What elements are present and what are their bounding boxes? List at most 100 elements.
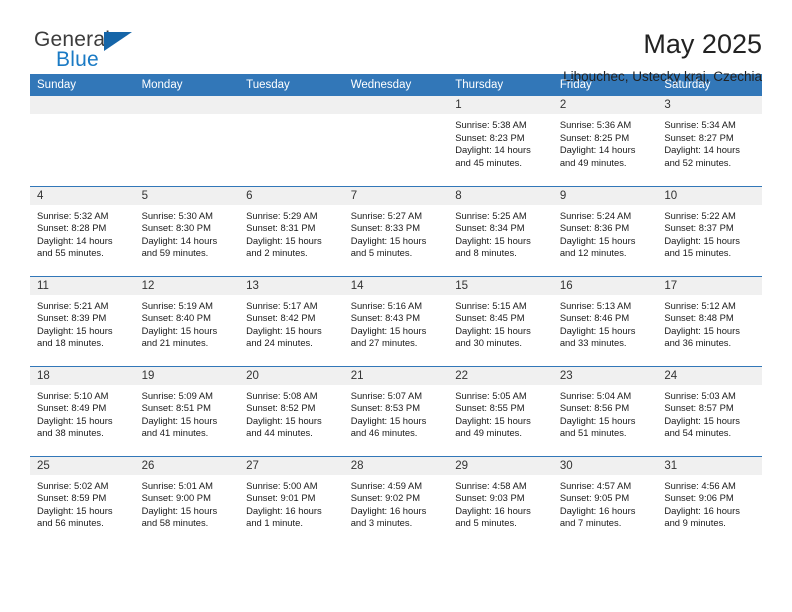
calendar-day-cell[interactable]: 15 Sunrise: 5:15 AM Sunset: 8:45 PM Dayligh…	[448, 275, 553, 366]
calendar-day-cell[interactable]: 23 Sunrise: 5:04 AM Sunset: 8:56 PM Dayligh…	[552, 365, 658, 456]
day-number: 6	[239, 186, 344, 205]
calendar-day-cell[interactable]: 16 Sunrise: 5:13 AM Sunset: 8:46 PM Dayligh…	[552, 275, 658, 366]
calendar-day-cell[interactable]: 17 Sunrise: 5:12 AM Sunset: 8:48 PM Dayligh…	[657, 275, 762, 366]
day-sun-info: Sunrise: 4:58 AM Sunset: 9:03 PM Daylight:…	[448, 475, 553, 530]
daylight-text-line2: and 15 minutes.	[664, 247, 732, 259]
sunrise-text: Sunrise: 5:25 AM	[455, 209, 527, 221]
day-sun-info: Sunrise: 5:04 AM Sunset: 8:56 PM Daylight:…	[553, 385, 658, 440]
calendar-page: General Blue May 2025 Libouchec, Ustecky…	[0, 0, 792, 612]
sunrise-text: Sunrise: 5:22 AM	[664, 209, 736, 221]
daylight-text-line1: Daylight: 14 hours	[37, 234, 113, 246]
daylight-text-line1: Daylight: 15 hours	[350, 324, 427, 336]
calendar-day-cell[interactable]: 27 Sunrise: 5:00 AM Sunset: 9:01 PM Dayligh…	[239, 455, 344, 546]
daylight-text-line1: Daylight: 16 hours	[350, 504, 427, 516]
sunrise-text: Sunrise: 5:32 AM	[37, 209, 109, 221]
daylight-text-line2: and 46 minutes.	[350, 427, 418, 439]
calendar-day-cell[interactable]: 5 Sunrise: 5:30 AM Sunset: 8:30 PM Daylight…	[134, 185, 240, 276]
sunset-text: Sunset: 8:51 PM	[141, 402, 211, 414]
calendar-day-cell[interactable]: 22 Sunrise: 5:05 AM Sunset: 8:55 PM Dayligh…	[448, 365, 553, 456]
day-number: 26	[134, 456, 240, 475]
day-sun-info: Sunrise: 5:01 AM Sunset: 9:00 PM Daylight:…	[135, 475, 240, 530]
sunrise-text: Sunrise: 5:05 AM	[455, 389, 527, 401]
day-number	[134, 96, 240, 114]
day-sun-info: Sunrise: 5:22 AM Sunset: 8:37 PM Daylight:…	[657, 205, 762, 260]
daylight-text-line1: Daylight: 16 hours	[559, 504, 636, 516]
calendar-day-cell[interactable]: 18 Sunrise: 5:10 AM Sunset: 8:49 PM Dayligh…	[30, 365, 135, 456]
calendar-day-cell[interactable]: 10 Sunrise: 5:22 AM Sunset: 8:37 PM Dayligh…	[657, 185, 762, 276]
calendar-day-cell[interactable]: 25 Sunrise: 5:02 AM Sunset: 8:59 PM Dayligh…	[30, 455, 135, 546]
daylight-text-line1: Daylight: 15 hours	[664, 234, 740, 246]
sunset-text: Sunset: 9:06 PM	[664, 492, 734, 504]
day-sun-info: Sunrise: 5:02 AM Sunset: 8:59 PM Daylight:…	[30, 475, 135, 530]
calendar-day-cell[interactable]: 13 Sunrise: 5:17 AM Sunset: 8:42 PM Dayligh…	[239, 275, 344, 366]
calendar-day-cell[interactable]: 9 Sunrise: 5:24 AM Sunset: 8:36 PM Daylight…	[552, 185, 658, 276]
title-block: May 2025 Libouchec, Ustecky kraj, Czechi…	[150, 28, 762, 86]
calendar-day-cell[interactable]: 1 Sunrise: 5:38 AM Sunset: 8:23 PM Daylight…	[448, 96, 553, 186]
daylight-text-line2: and 21 minutes.	[141, 337, 209, 349]
daylight-text-line1: Daylight: 15 hours	[350, 414, 427, 426]
calendar-day-cell[interactable]: 28 Sunrise: 4:59 AM Sunset: 9:02 PM Dayligh…	[343, 455, 449, 546]
daylight-text-line1: Daylight: 14 hours	[664, 144, 740, 156]
day-number	[239, 96, 344, 114]
sunset-text: Sunset: 8:27 PM	[664, 131, 734, 143]
sunset-text: Sunset: 8:30 PM	[141, 222, 211, 234]
day-number: 13	[239, 276, 344, 295]
sunset-text: Sunset: 8:55 PM	[455, 402, 525, 414]
day-number: 9	[552, 186, 658, 205]
calendar-cell-empty	[239, 96, 344, 186]
calendar-day-cell[interactable]: 3 Sunrise: 5:34 AM Sunset: 8:27 PM Daylight…	[657, 96, 762, 186]
daylight-text-line2: and 36 minutes.	[664, 337, 732, 349]
daylight-text-line2: and 3 minutes.	[350, 517, 413, 529]
sunset-text: Sunset: 8:37 PM	[664, 222, 734, 234]
daylight-text-line1: Daylight: 15 hours	[664, 324, 740, 336]
calendar-day-cell[interactable]: 2 Sunrise: 5:36 AM Sunset: 8:25 PM Daylight…	[552, 96, 658, 186]
day-sun-info: Sunrise: 5:15 AM Sunset: 8:45 PM Daylight:…	[448, 295, 553, 350]
page-header: General Blue May 2025 Libouchec, Ustecky…	[30, 0, 762, 84]
calendar-body: 1 Sunrise: 5:38 AM Sunset: 8:23 PM Daylight…	[30, 96, 762, 546]
daylight-text-line2: and 5 minutes.	[455, 517, 517, 529]
calendar-day-cell[interactable]: 20 Sunrise: 5:08 AM Sunset: 8:52 PM Dayligh…	[239, 365, 344, 456]
daylight-text-line2: and 52 minutes.	[664, 156, 732, 168]
calendar-day-cell[interactable]: 26 Sunrise: 5:01 AM Sunset: 9:00 PM Dayligh…	[134, 455, 240, 546]
sunrise-text: Sunrise: 5:17 AM	[246, 299, 318, 311]
daylight-text-line1: Daylight: 15 hours	[559, 414, 636, 426]
sunset-text: Sunset: 8:42 PM	[246, 312, 316, 324]
day-sun-info: Sunrise: 5:17 AM Sunset: 8:42 PM Daylight:…	[239, 295, 344, 350]
calendar-day-cell[interactable]: 19 Sunrise: 5:09 AM Sunset: 8:51 PM Dayligh…	[134, 365, 240, 456]
sunrise-text: Sunrise: 5:03 AM	[664, 389, 736, 401]
daylight-text-line2: and 59 minutes.	[141, 247, 209, 259]
sunset-text: Sunset: 8:46 PM	[559, 312, 630, 324]
day-number: 4	[30, 186, 135, 205]
daylight-text-line2: and 49 minutes.	[455, 427, 522, 439]
calendar-day-cell[interactable]: 7 Sunrise: 5:27 AM Sunset: 8:33 PM Daylight…	[343, 185, 449, 276]
calendar-day-cell[interactable]: 29 Sunrise: 4:58 AM Sunset: 9:03 PM Dayligh…	[448, 455, 553, 546]
calendar-day-cell[interactable]: 21 Sunrise: 5:07 AM Sunset: 8:53 PM Dayligh…	[343, 365, 449, 456]
sunrise-text: Sunrise: 5:04 AM	[559, 389, 632, 401]
calendar-day-cell[interactable]: 11 Sunrise: 5:21 AM Sunset: 8:39 PM Dayligh…	[30, 275, 135, 366]
general-blue-logo[interactable]: General Blue	[30, 28, 150, 76]
sunrise-text: Sunrise: 4:59 AM	[350, 479, 423, 491]
calendar-day-cell[interactable]: 8 Sunrise: 5:25 AM Sunset: 8:34 PM Daylight…	[448, 185, 553, 276]
calendar-day-cell[interactable]: 12 Sunrise: 5:19 AM Sunset: 8:40 PM Dayligh…	[134, 275, 240, 366]
calendar-day-cell[interactable]: 30 Sunrise: 4:57 AM Sunset: 9:05 PM Dayligh…	[552, 455, 658, 546]
day-number: 19	[134, 366, 240, 385]
calendar-day-cell[interactable]: 14 Sunrise: 5:16 AM Sunset: 8:43 PM Dayligh…	[343, 275, 449, 366]
day-sun-info: Sunrise: 4:57 AM Sunset: 9:05 PM Daylight:…	[553, 475, 658, 530]
sunset-text: Sunset: 8:57 PM	[664, 402, 734, 414]
calendar-day-cell[interactable]: 24 Sunrise: 5:03 AM Sunset: 8:57 PM Dayligh…	[657, 365, 762, 456]
day-number: 15	[448, 276, 553, 295]
sunrise-text: Sunrise: 5:36 AM	[559, 119, 632, 130]
calendar-day-cell[interactable]: 4 Sunrise: 5:32 AM Sunset: 8:28 PM Daylight…	[30, 185, 135, 276]
sunset-text: Sunset: 9:00 PM	[141, 492, 211, 504]
sunrise-text: Sunrise: 5:19 AM	[141, 299, 213, 311]
day-number: 8	[448, 186, 553, 205]
sunset-text: Sunset: 8:53 PM	[350, 402, 420, 414]
calendar-day-cell[interactable]: 6 Sunrise: 5:29 AM Sunset: 8:31 PM Daylight…	[239, 185, 344, 276]
calendar-day-cell[interactable]: 31 Sunrise: 4:56 AM Sunset: 9:06 PM Dayligh…	[657, 455, 762, 546]
sunrise-text: Sunrise: 5:34 AM	[664, 119, 736, 130]
daylight-text-line2: and 49 minutes.	[559, 156, 627, 168]
daylight-text-line1: Daylight: 15 hours	[455, 324, 531, 336]
sunrise-text: Sunrise: 5:02 AM	[37, 479, 109, 491]
calendar-week-row: 18 Sunrise: 5:10 AM Sunset: 8:49 PM Dayligh…	[30, 365, 762, 456]
daylight-text-line1: Daylight: 15 hours	[141, 504, 218, 516]
